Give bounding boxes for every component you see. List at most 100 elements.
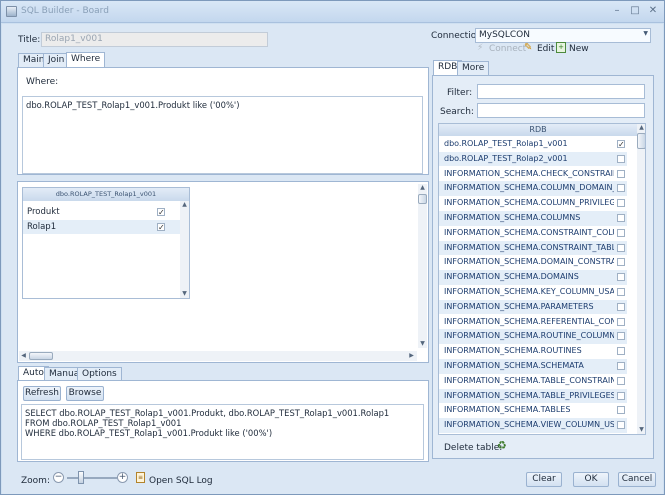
rdb-item-checkbox[interactable] bbox=[617, 184, 625, 193]
scroll-up-icon[interactable]: ▲ bbox=[418, 184, 427, 192]
rdb-item-checkbox[interactable] bbox=[617, 302, 625, 311]
browse-button[interactable]: Browse bbox=[66, 386, 104, 401]
table-box-scrollbar[interactable]: ▲ ▼ bbox=[180, 201, 189, 298]
rdb-item-checkbox[interactable] bbox=[617, 376, 625, 385]
rdb-list-item[interactable]: INFORMATION_SCHEMA.COLUMN_DOMAIN_USAGE bbox=[439, 181, 627, 197]
open-sql-log-link[interactable]: Open SQL Log bbox=[149, 476, 213, 486]
rdb-item-checkbox[interactable] bbox=[617, 391, 625, 400]
rdb-panel: Filter: Search: RDB dbo.ROLAP_TEST_Rolap… bbox=[432, 75, 654, 459]
rdb-list-item[interactable]: INFORMATION_SCHEMA.CONSTRAINT_TABLE_USAG… bbox=[439, 240, 627, 256]
field-checkbox-rolap1[interactable]: ✓ bbox=[157, 223, 165, 232]
rdb-item-checkbox[interactable] bbox=[617, 421, 625, 430]
zoom-out-icon[interactable]: − bbox=[53, 472, 64, 483]
rdb-list-item[interactable]: INFORMATION_SCHEMA.PARAMETERS bbox=[439, 299, 627, 315]
rdb-list-item[interactable]: INFORMATION_SCHEMA.TABLE_PRIVILEGES bbox=[439, 388, 627, 404]
scroll-up-icon[interactable]: ▲ bbox=[180, 201, 189, 209]
canvas-vertical-scrollbar[interactable]: ▲ ▼ bbox=[418, 184, 427, 348]
scroll-down-icon[interactable]: ▼ bbox=[637, 426, 645, 434]
rdb-item-name: INFORMATION_SCHEMA.COLUMNS bbox=[444, 213, 581, 222]
edit-button[interactable]: Edit bbox=[537, 44, 554, 54]
rdb-item-name: INFORMATION_SCHEMA.KEY_COLUMN_USAGE bbox=[444, 287, 614, 296]
rdb-item-checkbox[interactable] bbox=[617, 288, 625, 296]
table-box-header[interactable]: dbo.ROLAP_TEST_Rolap1_v001 bbox=[23, 188, 189, 201]
new-button[interactable]: New bbox=[569, 44, 589, 54]
refresh-button[interactable]: Refresh bbox=[23, 386, 61, 401]
rdb-item-name: INFORMATION_SCHEMA.VIEW_COLUMN_USAGE bbox=[444, 420, 614, 430]
rdb-list-item[interactable]: INFORMATION_SCHEMA.DOMAINS bbox=[439, 270, 627, 285]
where-label: Where: bbox=[26, 77, 59, 87]
maximize-icon[interactable]: □ bbox=[628, 5, 642, 18]
zoom-in-icon[interactable]: + bbox=[117, 472, 128, 483]
filter-input[interactable] bbox=[477, 84, 645, 99]
recycle-bin-icon[interactable]: ♻ bbox=[497, 439, 507, 452]
clear-button[interactable]: Clear bbox=[526, 472, 562, 487]
rdb-item-checkbox[interactable] bbox=[617, 362, 625, 370]
rdb-list-item[interactable]: INFORMATION_SCHEMA.COLUMN_PRIVILEGES bbox=[439, 196, 627, 211]
field-checkbox-produkt[interactable]: ✓ bbox=[157, 208, 165, 217]
rdb-item-name: INFORMATION_SCHEMA.ROUTINES bbox=[444, 346, 582, 356]
rdb-item-checkbox[interactable] bbox=[617, 214, 625, 222]
rdb-item-checkbox[interactable] bbox=[617, 406, 625, 415]
diagram-canvas[interactable]: dbo.ROLAP_TEST_Rolap1_v001 Produkt ✓ Rol… bbox=[17, 181, 429, 363]
rdb-list-item[interactable]: INFORMATION_SCHEMA.COLUMNS bbox=[439, 211, 627, 226]
rdb-item-checkbox[interactable] bbox=[617, 332, 625, 341]
close-icon[interactable]: ✕ bbox=[646, 5, 660, 18]
rdb-table-list[interactable]: RDB dbo.ROLAP_TEST_Rolap1_v001 ✓ dbo.ROLAP… bbox=[438, 123, 646, 435]
rdb-list-item[interactable]: INFORMATION_SCHEMA.TABLES bbox=[439, 403, 627, 418]
ok-button[interactable]: OK bbox=[573, 472, 609, 487]
rdb-list-item[interactable]: INFORMATION_SCHEMA.SCHEMATA bbox=[439, 359, 627, 374]
zoom-slider-thumb[interactable] bbox=[78, 471, 84, 484]
rdb-item-checkbox[interactable] bbox=[617, 347, 625, 356]
zoom-track[interactable] bbox=[67, 477, 117, 479]
search-input[interactable] bbox=[477, 103, 645, 118]
chevron-down-icon[interactable]: ▼ bbox=[643, 30, 648, 37]
tab-more[interactable]: More bbox=[457, 61, 490, 75]
canvas-horizontal-scrollbar[interactable]: ◀ ▶ bbox=[19, 351, 417, 361]
rdb-list-item[interactable]: INFORMATION_SCHEMA.REFERENTIAL_CONSTRAIN… bbox=[439, 315, 627, 330]
rdb-list-header: RDB bbox=[439, 124, 637, 136]
rdb-list-item[interactable]: INFORMATION_SCHEMA.ROUTINES bbox=[439, 344, 627, 359]
rdb-list-item[interactable]: INFORMATION_SCHEMA.CHECK_CONSTRAINTS bbox=[439, 167, 627, 182]
rdb-list-item[interactable]: INFORMATION_SCHEMA.CONSTRAINT_COLUMN_USA… bbox=[439, 226, 627, 241]
delete-table-label: Delete table: bbox=[444, 443, 503, 453]
rdb-item-checkbox[interactable] bbox=[617, 243, 625, 252]
rdb-list-item[interactable]: INFORMATION_SCHEMA.TABLE_CONSTRAINTS bbox=[439, 374, 627, 389]
cancel-button[interactable]: Cancel bbox=[618, 472, 656, 487]
canvas-horizontal-thumb[interactable] bbox=[29, 352, 53, 360]
rdb-list-item[interactable]: INFORMATION_SCHEMA.ROUTINE_COLUMNS bbox=[439, 329, 627, 345]
title-bar[interactable]: SQL Builder - Board – □ ✕ bbox=[1, 1, 664, 23]
table-box[interactable]: dbo.ROLAP_TEST_Rolap1_v001 Produkt ✓ Rol… bbox=[22, 187, 190, 299]
rdb-list-item[interactable]: INFORMATION_SCHEMA.DOMAIN_CONSTRAINTS bbox=[439, 255, 627, 270]
rdb-scrollbar[interactable]: ▲ ▼ bbox=[637, 124, 645, 434]
rdb-item-name: INFORMATION_SCHEMA.REFERENTIAL_CONSTRAIN… bbox=[444, 316, 614, 326]
canvas-vertical-thumb[interactable] bbox=[418, 194, 427, 204]
rdb-item-checkbox[interactable] bbox=[617, 228, 625, 237]
document-icon: ≡ bbox=[136, 472, 145, 483]
rdb-list-item[interactable]: dbo.ROLAP_TEST_Rolap2_v001 bbox=[439, 151, 627, 167]
rdb-item-checkbox[interactable] bbox=[617, 169, 625, 178]
tab-where[interactable]: Where bbox=[66, 52, 106, 67]
where-editor[interactable]: dbo.ROLAP_TEST_Rolap1_v001.Produkt like … bbox=[22, 96, 423, 174]
rdb-list-item[interactable]: INFORMATION_SCHEMA.VIEW_COLUMN_USAGE bbox=[439, 418, 627, 433]
connection-select[interactable]: MySQLCON ▼ bbox=[475, 28, 651, 43]
rdb-item-name: INFORMATION_SCHEMA.TABLE_PRIVILEGES bbox=[444, 390, 614, 400]
rdb-item-checkbox[interactable] bbox=[617, 273, 625, 282]
rdb-list-item[interactable]: INFORMATION_SCHEMA.KEY_COLUMN_USAGE bbox=[439, 285, 627, 300]
scroll-right-icon[interactable]: ▶ bbox=[407, 352, 416, 360]
connect-button[interactable]: Connect bbox=[489, 44, 526, 54]
scroll-down-icon[interactable]: ▼ bbox=[180, 290, 189, 298]
rdb-list-item[interactable]: dbo.ROLAP_TEST_Rolap1_v001 ✓ bbox=[439, 137, 627, 152]
scroll-up-icon[interactable]: ▲ bbox=[637, 124, 645, 132]
rdb-item-checkbox[interactable] bbox=[617, 258, 625, 267]
title-input[interactable]: Rolap1_v001 bbox=[41, 32, 268, 47]
scroll-left-icon[interactable]: ◀ bbox=[19, 352, 28, 360]
rdb-item-checkbox[interactable] bbox=[617, 154, 625, 163]
rdb-item-checkbox[interactable]: ✓ bbox=[617, 140, 625, 149]
rdb-item-checkbox[interactable] bbox=[617, 317, 625, 326]
scroll-down-icon[interactable]: ▼ bbox=[418, 340, 427, 348]
rdb-item-checkbox[interactable] bbox=[617, 199, 625, 208]
sql-text-area[interactable]: SELECT dbo.ROLAP_TEST_Rolap1_v001.Produk… bbox=[21, 404, 424, 460]
minimize-icon[interactable]: – bbox=[610, 5, 624, 18]
rdb-scroll-thumb[interactable] bbox=[637, 133, 645, 149]
tab-options[interactable]: Options bbox=[77, 367, 122, 381]
